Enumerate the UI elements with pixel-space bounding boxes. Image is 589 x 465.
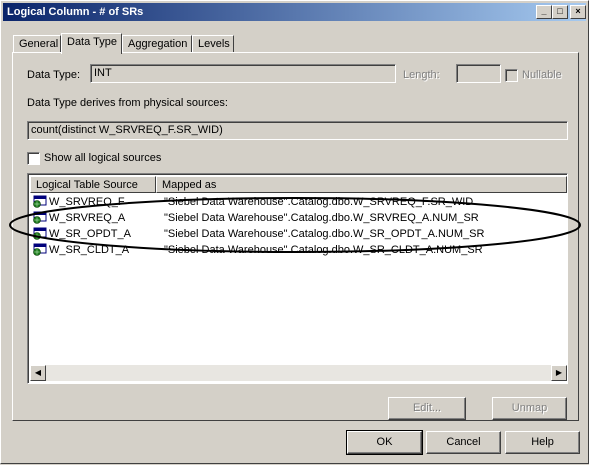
nullable-checkbox[interactable] [505,69,518,82]
unmap-button[interactable]: Unmap [492,397,567,420]
scroll-left-icon[interactable]: ◀ [30,365,46,381]
window-title: Logical Column - # of SRs [7,6,144,18]
derives-label: Data Type derives from physical sources: [27,97,228,109]
help-button[interactable]: Help [505,431,580,454]
table-source-icon [33,195,47,208]
tab-levels[interactable]: Levels [192,35,234,53]
data-type-label: Data Type: [27,69,80,81]
source-name: W_SRVREQ_A [49,212,126,224]
column-header-mapped[interactable]: Mapped as [156,176,567,193]
sources-listview[interactable]: Logical Table Source Mapped as W_SRVREQ_… [27,173,568,384]
show-all-checkbox[interactable] [27,152,40,165]
table-source-icon [33,211,47,224]
tab-aggregation[interactable]: Aggregation [122,35,192,53]
column-header-source[interactable]: Logical Table Source [30,176,156,193]
derives-expression-field[interactable]: count(distinct W_SRVREQ_F.SR_WID) [27,121,568,140]
length-field[interactable] [456,64,501,83]
show-all-label[interactable]: Show all logical sources [44,152,161,164]
data-type-field[interactable]: INT [90,64,396,83]
horizontal-scrollbar[interactable]: ◀ ▶ [30,365,567,381]
scroll-right-icon[interactable]: ▶ [551,365,567,381]
mapped-as: "Siebel Data Warehouse".Catalog.dbo.W_SR… [164,244,483,256]
title-bar[interactable]: Logical Column - # of SRs _ □ × [3,3,586,21]
mapped-as: "Siebel Data Warehouse".Catalog.dbo.W_SR… [164,228,485,240]
minimize-button[interactable]: _ [536,5,552,19]
nullable-label: Nullable [522,69,562,81]
tab-data-type[interactable]: Data Type [61,33,122,54]
length-label: Length: [403,69,440,81]
list-item[interactable]: W_SRVREQ_A "Siebel Data Warehouse".Catal… [30,210,567,226]
edit-button[interactable]: Edit... [388,397,466,420]
list-item[interactable]: W_SRVREQ_F "Siebel Data Warehouse".Catal… [30,194,567,210]
source-name: W_SR_CLDT_A [49,244,130,256]
dialog-window: Logical Column - # of SRs _ □ × General … [0,0,589,464]
cancel-button[interactable]: Cancel [426,431,501,454]
close-button[interactable]: × [570,5,586,19]
source-name: W_SR_OPDT_A [49,228,131,240]
list-item[interactable]: W_SR_CLDT_A "Siebel Data Warehouse".Cata… [30,242,567,258]
table-source-icon [33,243,47,256]
table-source-icon [33,227,47,240]
mapped-as: "Siebel Data Warehouse".Catalog.dbo.W_SR… [164,212,479,224]
mapped-as: "Siebel Data Warehouse".Catalog.dbo.W_SR… [164,196,474,208]
source-name: W_SRVREQ_F [49,196,125,208]
list-header: Logical Table Source Mapped as [30,176,567,193]
tab-general[interactable]: General [13,35,61,53]
list-item[interactable]: W_SR_OPDT_A "Siebel Data Warehouse".Cata… [30,226,567,242]
maximize-button[interactable]: □ [552,5,568,19]
ok-button[interactable]: OK [346,430,423,455]
